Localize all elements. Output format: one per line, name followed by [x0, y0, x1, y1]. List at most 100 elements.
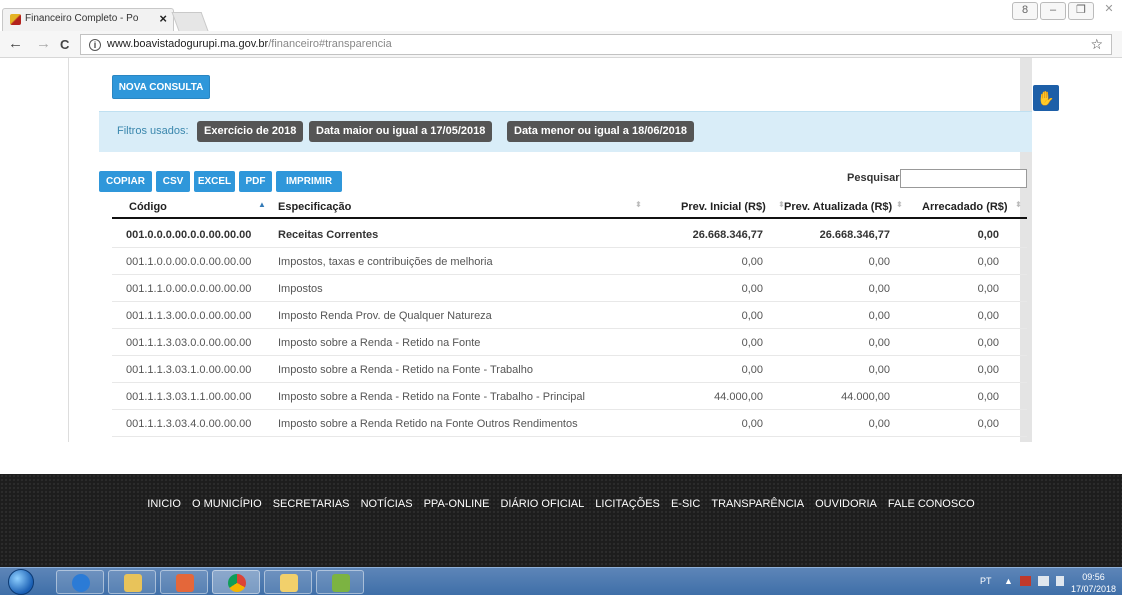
volume-icon[interactable]	[1056, 576, 1064, 586]
cell-prev-inicial: 0,00	[741, 418, 763, 430]
footer-link-ppa-online[interactable]: PPA-ONLINE	[424, 498, 490, 510]
table-row[interactable]: 001.1.1.3.03.1.1.00.00.00 Imposto sobre …	[112, 383, 1027, 410]
cell-prev-inicial: 0,00	[741, 283, 763, 295]
cell-especificacao: Imposto Renda Prov. de Qualquer Natureza	[278, 310, 492, 322]
nova-consulta-button[interactable]: NOVA CONSULTA	[112, 75, 210, 99]
sort-ascending-icon[interactable]: ▲	[258, 200, 266, 209]
table-row[interactable]: 001.0.0.0.00.0.0.00.00.00 Receitas Corre…	[112, 221, 1027, 248]
site-footer: INICIO O MUNICÍPIO SECRETARIAS NOTÍCIAS …	[0, 474, 1122, 567]
footer-link-inicio[interactable]: INICIO	[147, 498, 181, 510]
back-arrow-icon[interactable]: ←	[8, 35, 23, 52]
browser-tab[interactable]: Financeiro Completo - Po ×	[2, 8, 174, 31]
windows-start-button[interactable]	[8, 569, 34, 595]
system-tray: PT ▲ 09:56 17/07/2018	[922, 568, 1122, 595]
excel-button[interactable]: EXCEL	[194, 171, 235, 192]
copiar-button[interactable]: COPIAR	[99, 171, 152, 192]
user-profile-icon[interactable]: 8	[1012, 2, 1038, 20]
url-path: /financeiro#transparencia	[268, 38, 392, 50]
column-header-especificacao[interactable]: Especificação	[278, 201, 351, 213]
cell-arrecadado: 0,00	[977, 283, 999, 295]
taskbar-internet-explorer[interactable]	[56, 570, 104, 594]
cell-prev-atualizada: 44.000,00	[841, 391, 890, 403]
footer-link-noticias[interactable]: NOTÍCIAS	[361, 498, 413, 510]
cell-arrecadado: 0,00	[977, 256, 999, 268]
new-tab-button[interactable]	[171, 12, 209, 31]
column-header-codigo[interactable]: Código	[129, 201, 167, 213]
footer-nav: INICIO O MUNICÍPIO SECRETARIAS NOTÍCIAS …	[0, 498, 1122, 510]
address-bar[interactable]: i www.boavistadogurupi.ma.gov.br/financei…	[80, 34, 1112, 55]
maximize-button[interactable]: ❐	[1068, 2, 1094, 20]
cell-arrecadado: 0,00	[977, 418, 999, 430]
folder-icon	[124, 574, 142, 592]
close-window-button[interactable]: ✕	[1096, 2, 1122, 20]
chrome-icon	[228, 574, 246, 592]
cell-especificacao: Receitas Correntes	[278, 229, 379, 241]
footer-link-municipio[interactable]: O MUNICÍPIO	[192, 498, 262, 510]
cell-arrecadado: 0,00	[977, 391, 999, 403]
cell-prev-atualizada: 0,00	[868, 337, 890, 349]
internet-explorer-icon	[72, 574, 90, 592]
taskbar-file-explorer[interactable]	[108, 570, 156, 594]
table-row[interactable]: 001.1.1.3.03.1.0.00.00.00 Imposto sobre …	[112, 356, 1027, 383]
cell-codigo: 001.1.1.3.03.1.0.00.00.00	[126, 364, 252, 376]
taskbar-media-player[interactable]	[160, 570, 208, 594]
taskbar-app[interactable]	[264, 570, 312, 594]
sort-icon[interactable]: ⬍	[1015, 200, 1022, 209]
cell-especificacao: Imposto sobre a Renda - Retido na Fonte …	[278, 364, 533, 376]
table-row[interactable]: 001.1.1.0.00.0.0.00.00.00 Impostos 0,00 …	[112, 275, 1027, 302]
column-header-prev-atualizada[interactable]: Prev. Atualizada (R$)	[784, 201, 892, 213]
column-header-prev-inicial[interactable]: Prev. Inicial (R$)	[681, 201, 766, 213]
footer-link-diario-oficial[interactable]: DIÁRIO OFICIAL	[500, 498, 584, 510]
column-header-arrecadado[interactable]: Arrecadado (R$)	[922, 201, 1008, 213]
sort-icon[interactable]: ⬍	[896, 200, 903, 209]
taskbar-chrome[interactable]	[212, 570, 260, 594]
filter-chip-data-final: Data menor ou igual a 18/06/2018	[507, 121, 695, 142]
clock[interactable]: 09:56 17/07/2018	[1071, 571, 1116, 595]
forward-arrow-icon[interactable]: →	[36, 35, 51, 52]
table-row[interactable]: 001.1.1.3.00.0.0.00.00.00 Imposto Renda …	[112, 302, 1027, 329]
cell-codigo: 001.1.1.0.00.0.0.00.00.00	[126, 283, 252, 295]
site-info-icon[interactable]: i	[89, 39, 101, 51]
taskbar-app-green[interactable]	[316, 570, 364, 594]
content-card: NOVA CONSULTA Filtros usados: Exercício …	[68, 58, 1032, 442]
minimize-button[interactable]: –	[1040, 2, 1066, 20]
cell-codigo: 001.1.1.3.03.0.0.00.00.00	[126, 337, 252, 349]
filters-used-bar: Filtros usados: Exercício de 2018 Data m…	[99, 111, 1032, 152]
table-row[interactable]: 001.1.1.3.03.0.0.00.00.00 Imposto sobre …	[112, 329, 1027, 356]
window-controls: 8 – ❐ ✕	[1010, 0, 1122, 22]
cell-codigo: 001.1.1.3.03.1.1.00.00.00	[126, 391, 252, 403]
tab-close-icon[interactable]: ×	[159, 11, 167, 26]
imprimir-button[interactable]: IMPRIMIR	[276, 171, 342, 192]
action-center-icon[interactable]	[1020, 576, 1031, 586]
cell-prev-atualizada: 0,00	[868, 310, 890, 322]
libras-accessibility-icon[interactable]: ✋	[1033, 85, 1059, 111]
search-input[interactable]	[900, 169, 1027, 188]
footer-link-secretarias[interactable]: SECRETARIAS	[273, 498, 350, 510]
cell-especificacao: Imposto sobre a Renda - Retido na Fonte	[278, 337, 481, 349]
footer-link-fale-conosco[interactable]: FALE CONOSCO	[888, 498, 975, 510]
filters-label: Filtros usados:	[117, 125, 189, 137]
footer-link-e-sic[interactable]: E-SIC	[671, 498, 700, 510]
language-indicator[interactable]: PT	[980, 576, 992, 586]
site-favicon-icon	[10, 14, 21, 25]
table-row[interactable]: 001.1.1.3.03.4.0.00.00.00 Imposto sobre …	[112, 410, 1027, 437]
media-player-icon	[176, 574, 194, 592]
csv-button[interactable]: CSV	[156, 171, 190, 192]
sort-icon[interactable]: ⬍	[635, 200, 642, 209]
cell-prev-atualizada: 0,00	[868, 418, 890, 430]
cell-prev-inicial: 0,00	[741, 337, 763, 349]
filter-chip-exercicio: Exercício de 2018	[197, 121, 304, 142]
clock-time: 09:56	[1082, 572, 1105, 582]
footer-link-ouvidoria[interactable]: OUVIDORIA	[815, 498, 877, 510]
tab-title: Financeiro Completo - Po	[25, 13, 139, 24]
table-row[interactable]: 001.1.0.0.00.0.0.00.00.00 Impostos, taxa…	[112, 248, 1027, 275]
cell-prev-inicial: 0,00	[741, 256, 763, 268]
footer-link-transparencia[interactable]: TRANSPARÊNCIA	[711, 498, 804, 510]
pdf-button[interactable]: PDF	[239, 171, 272, 192]
reload-icon[interactable]: C	[60, 37, 69, 52]
page-viewport: NOVA CONSULTA Filtros usados: Exercício …	[0, 58, 1122, 567]
tray-expand-icon[interactable]: ▲	[1004, 576, 1013, 586]
bookmark-star-icon[interactable]: ☆	[1090, 36, 1103, 53]
network-icon[interactable]	[1038, 576, 1049, 586]
footer-link-licitacoes[interactable]: LICITAÇÕES	[595, 498, 660, 510]
